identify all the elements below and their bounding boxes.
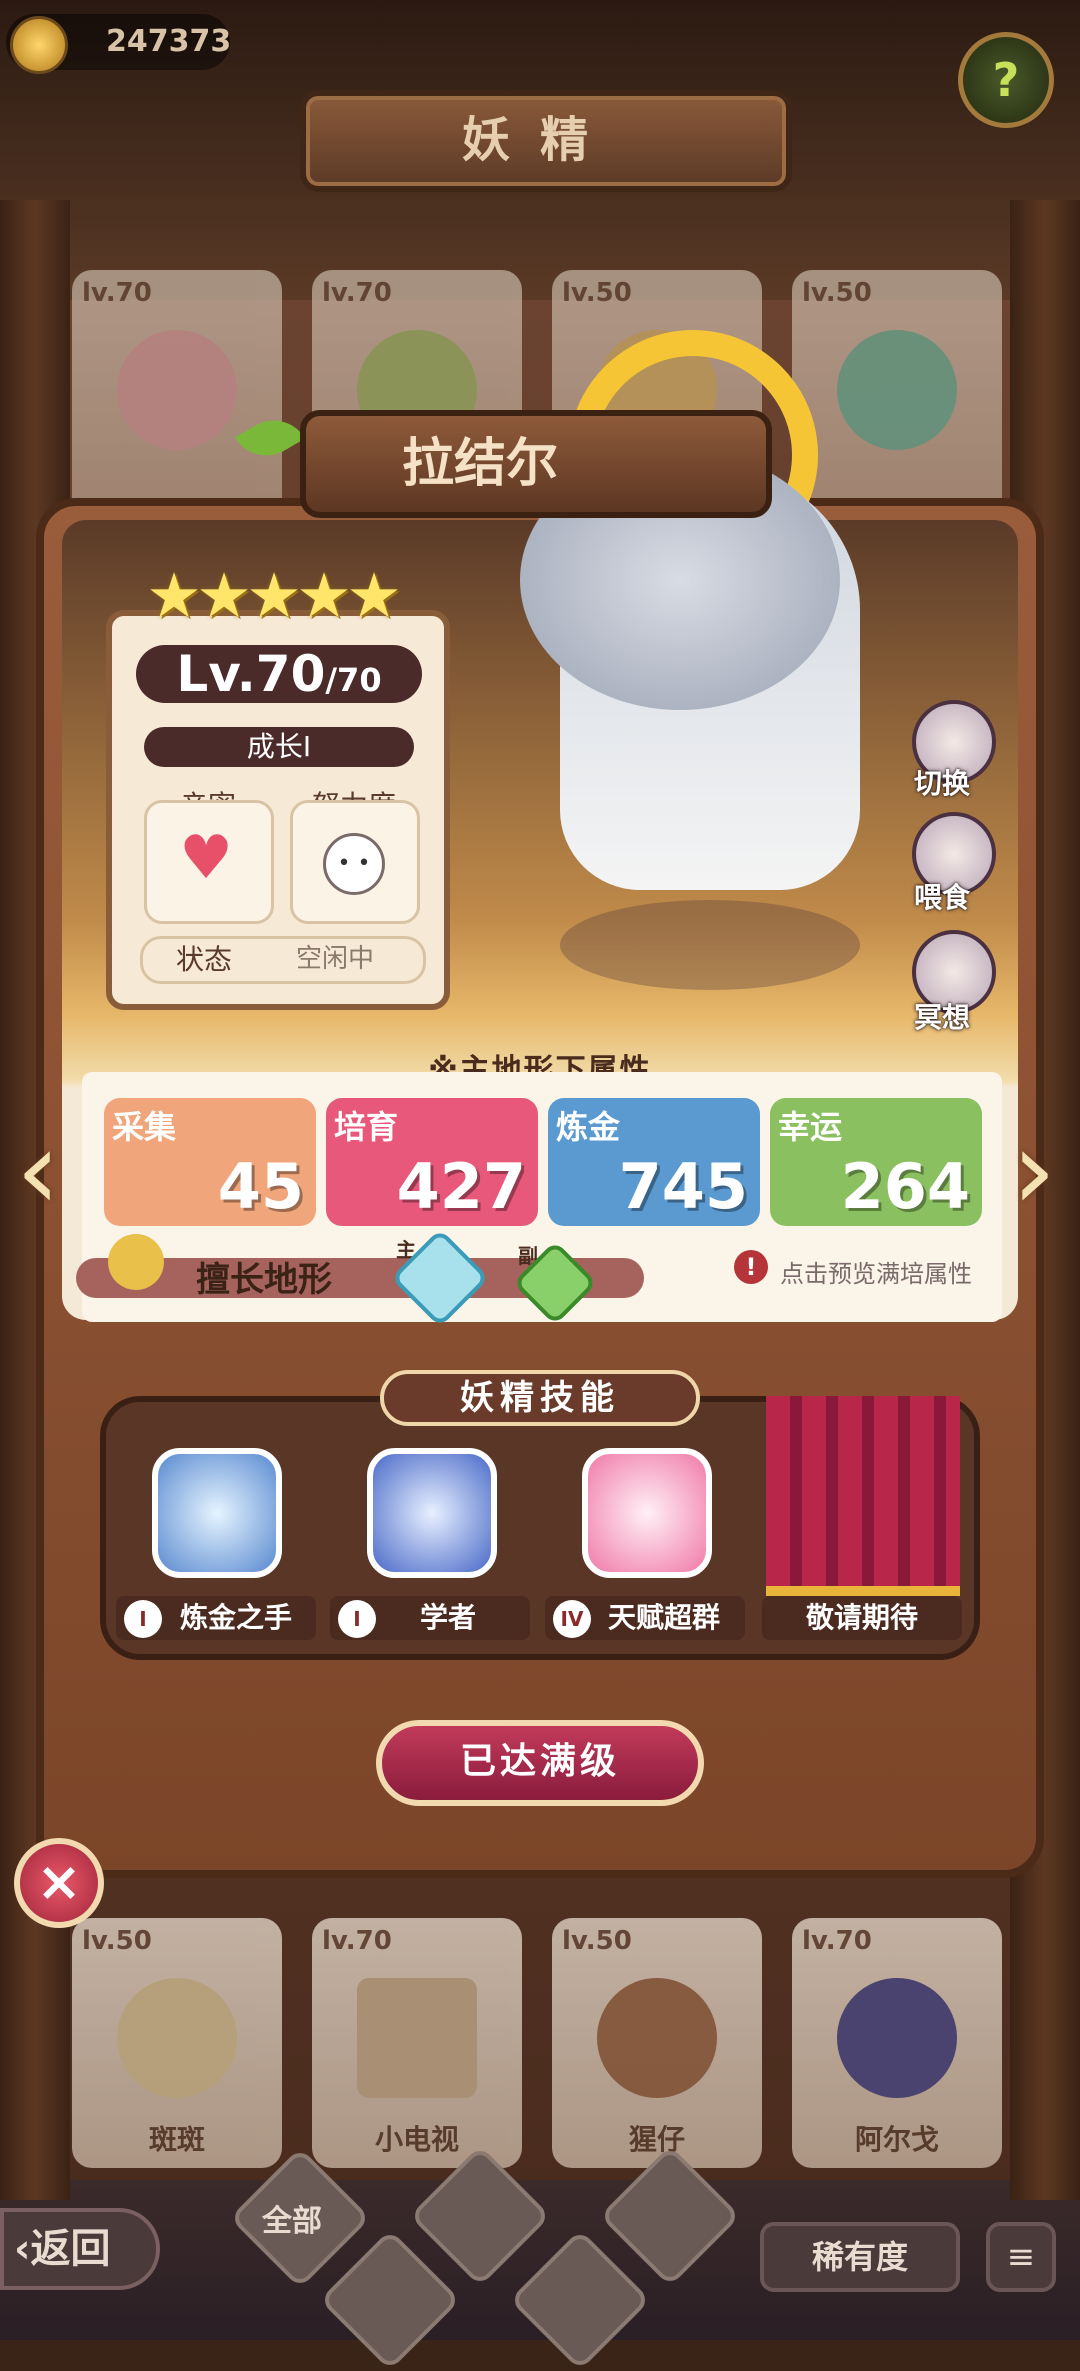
star-icon: ★	[196, 559, 252, 632]
fairy-portrait	[837, 1978, 957, 2098]
scholar-skill-icon[interactable]	[367, 1448, 497, 1578]
level-current: Lv.70	[176, 645, 326, 703]
heart-icon: ♥	[179, 823, 233, 893]
card-name: 猩仔	[628, 2123, 685, 2156]
feed-label: 喂食	[914, 881, 971, 914]
skill-rank: I	[124, 1600, 162, 1638]
attribute-name: 采集	[112, 1108, 177, 1146]
fairy-portrait	[117, 330, 237, 450]
switch-label: 切换	[914, 767, 971, 800]
attribute-name: 幸运	[778, 1108, 843, 1146]
skill-name: 炼金之手	[180, 1601, 293, 1634]
card-name: 小电视	[374, 2123, 459, 2156]
attribute-value: 427	[396, 1150, 526, 1223]
star-icon: ★	[246, 559, 302, 632]
coin-icon	[10, 16, 68, 74]
character-shadow	[560, 900, 860, 990]
star-icon: ★	[146, 559, 202, 632]
card-level: lv.70	[802, 1926, 872, 1956]
prev-fairy-arrow[interactable]: ‹	[8, 1110, 68, 1230]
skill-rank: I	[338, 1600, 376, 1638]
card-name: 斑斑	[148, 2123, 205, 2156]
attribute-alchemy: 炼金 745	[548, 1098, 760, 1226]
attribute-nurture: 培育 427	[326, 1098, 538, 1226]
attribute-name: 炼金	[556, 1108, 621, 1146]
attribute-value: 745	[618, 1150, 748, 1223]
curtain-decoration	[766, 1396, 960, 1596]
question-sprout-icon: ?	[992, 53, 1020, 107]
fairy-card[interactable]: lv.70 小电视	[312, 1918, 522, 2168]
attribute-luck: 幸运 264	[770, 1098, 982, 1226]
skill-name: 天赋超群	[608, 1601, 721, 1634]
next-fairy-arrow[interactable]: ›	[1004, 1110, 1064, 1230]
star-icon: ★	[296, 559, 352, 632]
fairy-portrait	[837, 330, 957, 450]
fairy-card[interactable]: lv.70	[72, 270, 282, 520]
back-label: 返回	[30, 2226, 111, 2272]
preview-max-hint[interactable]: 点击预览满培属性	[780, 1254, 972, 1289]
card-level: lv.50	[562, 1926, 632, 1956]
card-level: lv.50	[562, 278, 632, 308]
back-arrow-icon: ‹	[14, 2226, 31, 2272]
attribute-value: 264	[840, 1150, 970, 1223]
skill-name: 学者	[420, 1601, 477, 1634]
fairy-portrait	[597, 1978, 717, 2098]
page-title: 妖精	[461, 112, 618, 168]
status-label: 状态	[176, 943, 233, 976]
growth-badge: 成长I	[144, 727, 414, 767]
card-name: 阿尔戈	[854, 2123, 939, 2156]
help-button[interactable]: ?	[958, 32, 1054, 128]
back-button[interactable]: ‹返回	[0, 2208, 160, 2290]
star-icon: ★	[346, 559, 402, 632]
status-value: 空闲中	[296, 944, 375, 974]
close-button[interactable]: ×	[14, 1838, 104, 1928]
sort-order-button[interactable]: ≡	[986, 2222, 1056, 2292]
terrain-label: 擅长地形	[196, 1260, 332, 1300]
close-icon: ×	[36, 1850, 82, 1913]
skill-rank: IV	[553, 1600, 591, 1638]
fairy-portrait	[117, 1978, 237, 2098]
meditate-label: 冥想	[914, 1001, 971, 1034]
talent-skill-icon[interactable]	[582, 1448, 712, 1578]
level-max: /70	[325, 661, 382, 699]
rarity-sort-button[interactable]: 稀有度	[760, 2222, 960, 2292]
card-level: lv.70	[322, 1926, 392, 1956]
fairy-card[interactable]: lv.50 斑斑	[72, 1918, 282, 2168]
warning-icon: !	[734, 1250, 768, 1284]
attribute-gather: 采集 45	[104, 1098, 316, 1226]
attribute-name: 培育	[334, 1108, 399, 1146]
skill-coming-soon: 敬请期待	[806, 1601, 919, 1634]
fairy-card[interactable]: lv.50	[792, 270, 1002, 520]
card-level: lv.50	[82, 1926, 152, 1956]
level-display: Lv.70/70	[136, 645, 422, 703]
card-level: lv.70	[82, 278, 152, 308]
max-level-label: 已达满级	[459, 1741, 620, 1782]
attribute-value: 45	[217, 1150, 304, 1223]
sort-icon: ≡	[1006, 2237, 1036, 2277]
filter-all-label: 全部	[262, 2204, 322, 2239]
terrain-sprout-icon	[108, 1234, 164, 1290]
fairy-portrait	[357, 1978, 477, 2098]
fairy-card[interactable]: lv.70 阿尔戈	[792, 1918, 1002, 2168]
alchemy-hand-skill-icon[interactable]	[152, 1448, 282, 1578]
fairy-card[interactable]: lv.50 猩仔	[552, 1918, 762, 2168]
fairy-name: 拉结尔	[401, 434, 558, 494]
card-level: lv.50	[802, 278, 872, 308]
card-level: lv.70	[322, 278, 392, 308]
effort-face-icon: • •	[323, 833, 385, 895]
skills-title: 妖精技能	[460, 1378, 620, 1418]
